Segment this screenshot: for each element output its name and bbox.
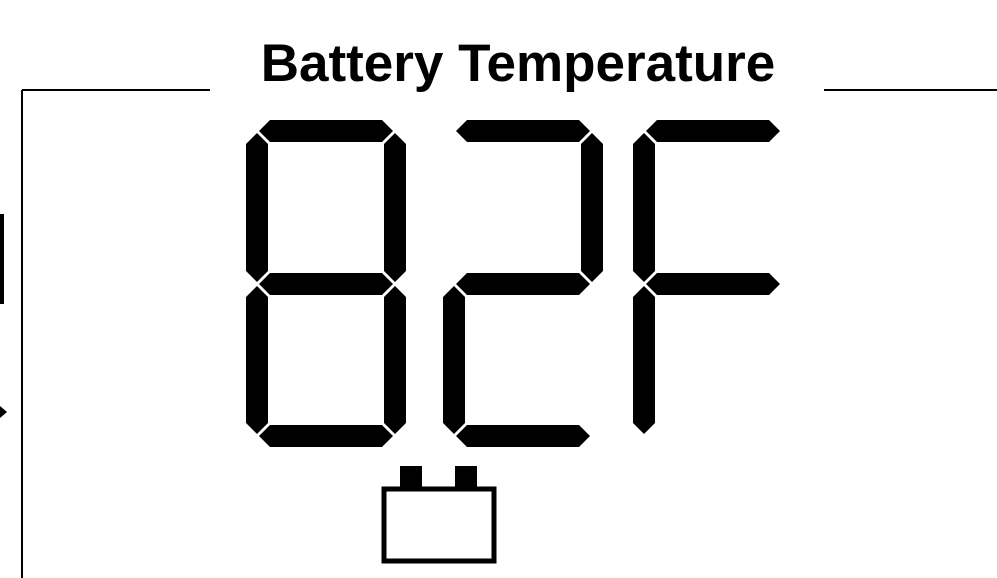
battery-terminal-right [455, 466, 477, 488]
battery-terminal-left [400, 466, 422, 488]
battery-icon [381, 466, 497, 564]
battery-body [381, 486, 497, 564]
